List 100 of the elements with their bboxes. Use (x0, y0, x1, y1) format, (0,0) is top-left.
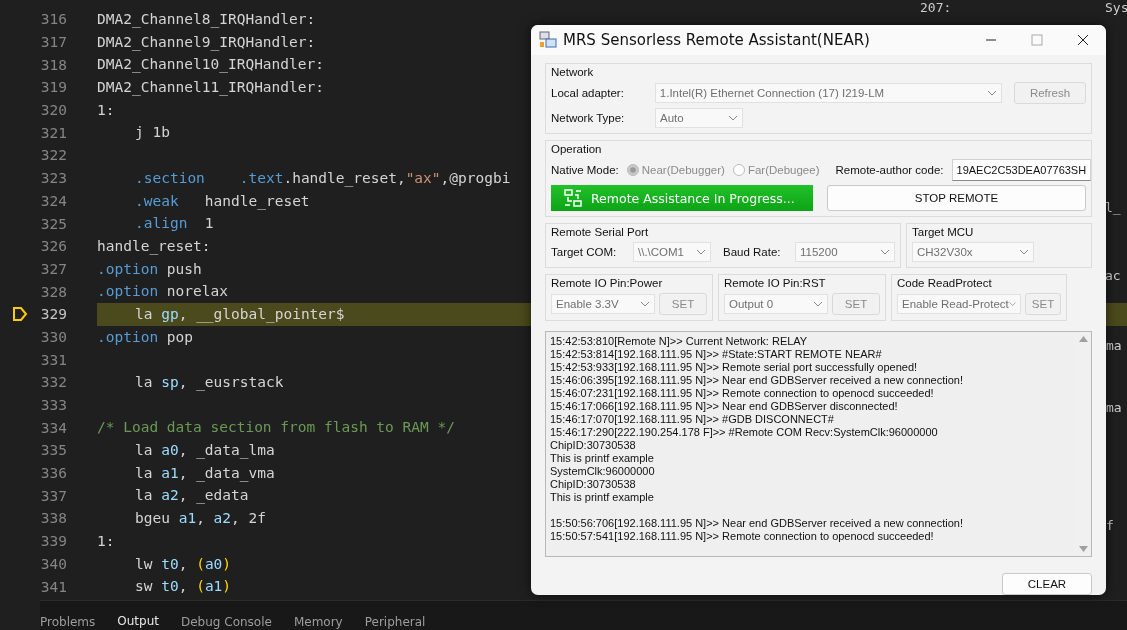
panel-tab[interactable]: Problems (40, 615, 96, 630)
close-icon[interactable] (1077, 34, 1089, 46)
line-number: 324 (40, 192, 67, 209)
code-fragment: f (1106, 518, 1114, 533)
dropdown[interactable]: Enable 3.3V (551, 294, 655, 314)
log-line: ChipID:30730538 (550, 478, 637, 491)
line-number: 327 (40, 260, 67, 277)
line-number: 335 (40, 442, 67, 459)
code-field[interactable]: 19AEC2C53DEA07763SH (951, 159, 1092, 181)
group-title: Code ReadProtect (897, 277, 993, 289)
log-line: 15:50:56:706[192.168.111.95 N]>> Near end GDBServer received a new connection! (550, 517, 964, 530)
log-line: This is printf example (550, 491, 655, 504)
log-line: 15:46:17:070[192.168.111.95 N]>> #GDB DISCONNECT# (550, 413, 835, 426)
log-line: This is printf example (550, 452, 655, 465)
dropdown[interactable]: Output 0 (724, 294, 828, 314)
code-line: la sp, _eusrstack (134, 373, 285, 393)
scroll-up-icon[interactable] (1078, 336, 1088, 342)
code-line: DMA2_Channel10_IRQHandler: (97, 55, 325, 75)
code-line: .option norelax (97, 282, 229, 302)
line-number: 320 (40, 102, 67, 119)
chevron-icon (640, 301, 650, 307)
log-line: 15:42:53:814[192.168.111.95 N]>> #State:START REMOTE NEAR# (550, 348, 883, 361)
code-line: la a0, _data_lma (134, 441, 276, 461)
code-line: .weak handle_reset (134, 191, 311, 212)
stop-remote-button[interactable]: STOP REMOTE (827, 185, 1086, 211)
code-line: .option pop (97, 327, 195, 347)
log-line: 15:42:53:810[Remote N]>> Current Network: RELAY (550, 335, 809, 348)
field-label: Target COM: (551, 246, 618, 258)
scroll-down-icon[interactable] (1078, 546, 1088, 552)
panel-tab[interactable]: Debug Console (181, 615, 272, 630)
set-button[interactable]: SET (1025, 293, 1061, 315)
code-line: la a2, _edata (134, 486, 250, 506)
code-line: DMA2_Channel11_IRQHandler: (97, 78, 325, 98)
line-number: 334 (40, 419, 67, 436)
dropdown[interactable]: 115200 (795, 242, 895, 262)
line-number: 319 (40, 79, 67, 96)
chevron-icon (987, 90, 998, 96)
dropdown[interactable]: Enable Read-Protect (897, 294, 1021, 314)
dropdown[interactable]: Auto (655, 108, 743, 128)
log-line: SystemClk:96000000 (550, 465, 656, 478)
code-fragment: l_ (1105, 200, 1121, 215)
log-line: 15:42:53:933[192.168.111.95 N]>> Remote serial port successfully opened! (550, 361, 919, 374)
log-line: 15:50:57:541[192.168.111.95 N]>> Remote connection to openocd succeeded! (550, 530, 935, 543)
field-label: Native Mode: (551, 164, 619, 176)
dropdown[interactable]: \\.\COM1 (633, 242, 711, 262)
chevron-icon (880, 249, 890, 255)
line-number: 339 (40, 533, 67, 550)
chevron-icon (813, 301, 823, 307)
dropdown[interactable]: CH32V30x (912, 242, 1034, 262)
line-number: 336 (40, 465, 67, 482)
remote-assistance-button[interactable]: Remote Assistance In Progress... (551, 185, 813, 211)
line-number: 323 (40, 170, 67, 187)
set-button[interactable]: SET (659, 293, 707, 315)
code-line: .align 1 (134, 214, 215, 234)
line-number: 338 (40, 510, 67, 527)
chevron-icon (728, 115, 738, 121)
maximize-icon (1031, 34, 1043, 46)
radio-option[interactable]: Near(Debugger) (626, 164, 725, 176)
code-line: j 1b (134, 123, 171, 143)
dropdown[interactable]: 1.Intel(R) Ethernet Connection (17) I219-LM (654, 83, 1003, 103)
line-number: 332 (40, 374, 67, 391)
group-title: Remote IO Pin:RST (724, 277, 827, 289)
code-line: .section .text.handle_reset,"ax",@progbi (134, 168, 512, 189)
panel-tab[interactable]: Output (117, 614, 159, 630)
chevron-icon (1008, 301, 1016, 307)
line-number: 333 (40, 397, 67, 414)
log-line: ChipID:30730538 (550, 439, 637, 452)
line-number: 340 (40, 555, 67, 572)
chevron-icon (696, 249, 706, 255)
line-number: 331 (40, 351, 67, 368)
code-line: DMA2_Channel8_IRQHandler: (97, 10, 317, 30)
line-number: 317 (40, 34, 67, 51)
line-number: 318 (40, 56, 67, 73)
line-number: 341 (40, 578, 67, 595)
group-title: Remote Serial Port (551, 226, 650, 238)
set-button[interactable]: SET (832, 293, 880, 315)
line-number: 330 (40, 328, 67, 345)
code-line: bgeu a1, a2, 2f (134, 509, 267, 529)
panel-tab[interactable]: Peripheral (364, 615, 426, 630)
clear-button[interactable]: CLEAR (1002, 573, 1092, 595)
group-title: Network (551, 66, 595, 78)
chevron-icon (1019, 249, 1029, 255)
refresh-button[interactable]: Refresh (1014, 82, 1086, 104)
network-icon (563, 188, 583, 208)
code-line: la a1, _data_vma (134, 463, 276, 484)
line-number: 337 (40, 487, 67, 504)
code-line: sw t0, (a1) (134, 577, 233, 597)
line-number: 328 (40, 283, 67, 300)
code-line: /* Load data section from flash to RAM */ (97, 418, 456, 438)
line-number: 325 (40, 215, 67, 232)
line-number: 326 (40, 238, 67, 255)
panel-tab[interactable]: Memory (293, 615, 343, 630)
current-line-arrow-icon (12, 306, 28, 323)
code-fragment: Sys (1105, 0, 1127, 15)
line-number: 321 (40, 124, 67, 141)
log-line: 15:46:17:290[222.190.254.178 F]>> #Remote COM Recv:SystemClk:96000000 (550, 426, 939, 439)
group-title: Remote IO Pin:Power (551, 277, 664, 289)
group-title: Target MCU (912, 226, 975, 238)
code-fragment: 207: (920, 0, 952, 15)
radio-option[interactable]: Far(Debugee) (732, 164, 820, 176)
